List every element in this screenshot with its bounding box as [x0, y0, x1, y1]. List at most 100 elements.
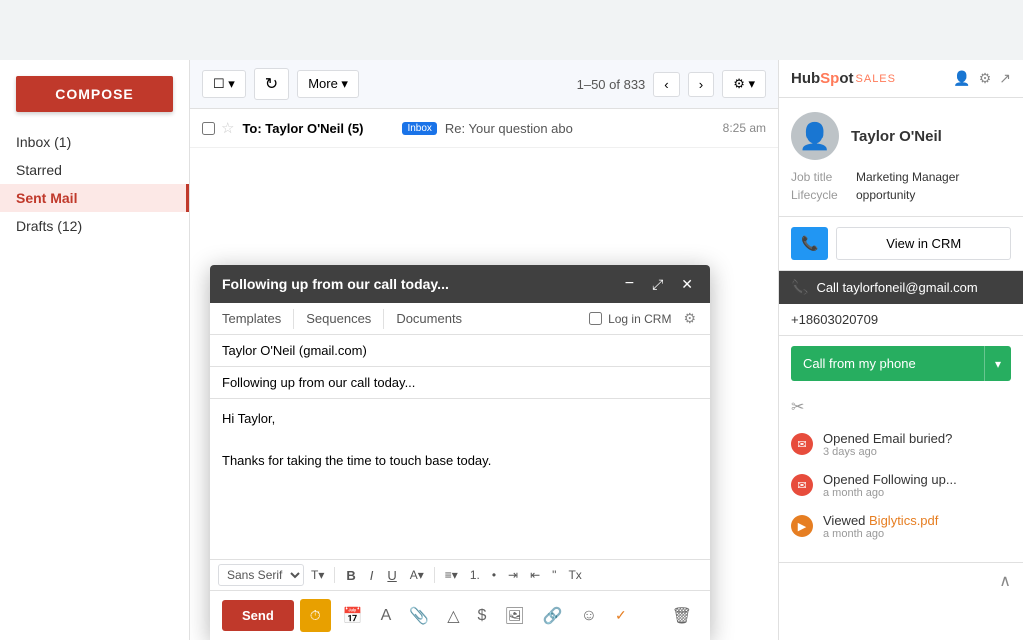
gmail-toolbar: ☐ ▾ ↻ More ▾ 1–50 of 833 ‹ › ⚙ ▾	[190, 60, 778, 109]
view-in-crm-button[interactable]: View in CRM	[836, 227, 1011, 260]
activity-title-1: Opened Following up...	[823, 472, 957, 487]
hubspot-panel: HubSpot SALES 👤 ⚙ ↗ 👤 Taylor O'Neil Job …	[778, 60, 1023, 640]
hs-contact: 👤 Taylor O'Neil Job title Marketing Mana…	[779, 98, 1023, 217]
to-input[interactable]	[222, 343, 698, 358]
refresh-button[interactable]: ↻	[254, 68, 289, 100]
collapse-button[interactable]: ∧	[999, 571, 1011, 591]
prev-page-button[interactable]: ‹	[653, 72, 679, 97]
hs-settings-icon-btn[interactable]: ⚙	[979, 70, 992, 87]
call-icon: 📞	[791, 279, 808, 296]
expand-button[interactable]: ⤢	[647, 274, 668, 295]
compose-title: Following up from our call today...	[222, 276, 620, 292]
close-button[interactable]: ✕	[676, 274, 698, 295]
action-bar: Send ⏱ 📅 A 📎 △ $ 🖼 🔗 ☺ ✓ 🗑	[210, 590, 710, 640]
hs-actions: 📞 View in CRM	[779, 217, 1023, 271]
sender-name: To: Taylor O'Neil (5)	[242, 121, 402, 136]
font-size-button[interactable]: T▾	[306, 565, 329, 585]
hubspot-button[interactable]: ✓	[609, 603, 633, 628]
email-icon-1: ✉	[791, 474, 813, 496]
calendar-button[interactable]: 📅	[337, 602, 369, 630]
phone-number: +18603020709	[779, 304, 1023, 336]
activity-item-1: ✉ Opened Following up... a month ago	[791, 472, 1011, 499]
emoji-button[interactable]: ☺	[575, 603, 603, 629]
gmail-content: ☐ ▾ ↻ More ▾ 1–50 of 833 ‹ › ⚙ ▾	[190, 60, 778, 640]
delete-button[interactable]: 🗑	[666, 602, 698, 630]
activity-time-0: 3 days ago	[823, 446, 952, 458]
italic-button[interactable]: I	[364, 565, 380, 586]
tab-documents[interactable]: Documents	[384, 303, 474, 334]
sidebar-item-inbox[interactable]: Inbox (1)	[0, 128, 189, 156]
sidebar-item-starred[interactable]: Starred	[0, 156, 189, 184]
hs-header: HubSpot SALES 👤 ⚙ ↗	[779, 60, 1023, 98]
bold-button[interactable]: B	[340, 565, 361, 586]
pagination-text: 1–50 of 833	[577, 77, 646, 92]
schedule-button[interactable]: ⏱	[300, 599, 331, 632]
next-page-button[interactable]: ›	[688, 72, 714, 97]
sidebar-item-drafts[interactable]: Drafts (12)	[0, 212, 189, 240]
attach-button[interactable]: 📎	[403, 602, 435, 630]
subject-input[interactable]	[222, 375, 698, 390]
activity-time-1: a month ago	[823, 487, 957, 499]
select-button[interactable]: ☐ ▾	[202, 70, 246, 98]
sidebar-item-sent[interactable]: Sent Mail	[0, 184, 189, 212]
compose-modal: Following up from our call today... − ⤢ …	[210, 265, 710, 640]
tab-templates[interactable]: Templates	[210, 303, 293, 334]
outdent-button[interactable]: ⇤	[525, 565, 545, 585]
send-button[interactable]: Send	[222, 600, 294, 631]
log-crm-checkbox[interactable]	[589, 312, 602, 325]
star-icon[interactable]: ☆	[221, 119, 234, 137]
lifecycle-value: opportunity	[856, 188, 915, 202]
compose-button[interactable]: COMPOSE	[16, 76, 173, 112]
hs-logo: HubSpot	[791, 70, 854, 87]
ol-button[interactable]: 1.	[465, 565, 485, 585]
ul-button[interactable]: •	[487, 565, 501, 585]
settings-button[interactable]: ⚙ ▾	[722, 70, 766, 98]
subject-field	[210, 367, 710, 399]
font-family-select[interactable]: Sans Serif	[218, 564, 304, 586]
call-from-phone-container: Call from my phone ▾	[791, 346, 1011, 381]
inbox-badge: Inbox	[402, 122, 436, 135]
hs-activity: ✉ Opened Email buried? 3 days ago ✉ Open…	[779, 423, 1023, 562]
email-time: 8:25 am	[723, 121, 766, 135]
email-subject: Re: Your question abo	[445, 121, 715, 136]
quote-button[interactable]: "	[547, 565, 561, 585]
to-field	[210, 335, 710, 367]
photo-button[interactable]: 🖼	[498, 602, 530, 630]
email-checkbox[interactable]	[202, 122, 215, 135]
hs-footer: ∧	[779, 562, 1023, 599]
compose-body[interactable]: Hi Taylor, Thanks for taking the time to…	[210, 399, 710, 559]
activity-item-0: ✉ Opened Email buried? 3 days ago	[791, 431, 1011, 458]
dollar-button[interactable]: $	[472, 603, 493, 629]
font-color-button[interactable]: A▾	[405, 565, 429, 585]
call-dropdown-button[interactable]: ▾	[984, 346, 1011, 381]
compose-settings-btn[interactable]: ⚙	[677, 306, 702, 331]
underline-bottom-button[interactable]: A	[375, 603, 398, 629]
clear-format-button[interactable]: Tx	[563, 565, 586, 585]
hs-sales-label: SALES	[856, 73, 896, 85]
avatar: 👤	[791, 112, 839, 160]
underline-button[interactable]: U	[381, 565, 402, 586]
lifecycle-label: Lifecycle	[791, 188, 856, 202]
tab-sequences[interactable]: Sequences	[294, 303, 383, 334]
align-button[interactable]: ≡▾	[440, 565, 463, 585]
sidebar-compose: COMPOSE	[16, 76, 173, 112]
hs-phone-icon-btn[interactable]: 📞	[791, 227, 828, 260]
drive-button[interactable]: △	[441, 602, 465, 630]
link-button[interactable]: 🔗	[537, 602, 569, 630]
hs-icon-row: ✂	[779, 391, 1023, 423]
hs-external-icon-btn[interactable]: ↗	[999, 70, 1011, 87]
email-row[interactable]: ☆ To: Taylor O'Neil (5) Inbox Re: Your q…	[190, 109, 778, 148]
sidebar: COMPOSE Inbox (1) Starred Sent Mail Draf…	[0, 60, 190, 640]
contact-name: Taylor O'Neil	[851, 128, 942, 145]
hs-person-icon-btn[interactable]: 👤	[953, 70, 970, 87]
activity-time-2: a month ago	[823, 528, 938, 540]
email-icon-0: ✉	[791, 433, 813, 455]
pdf-icon-2: ▶	[791, 515, 813, 537]
indent-button[interactable]: ⇥	[503, 565, 523, 585]
format-bar: Sans Serif T▾ B I U A▾ ≡▾ 1. • ⇥ ⇤ " Tx	[210, 559, 710, 590]
call-from-phone-button[interactable]: Call from my phone	[791, 346, 984, 381]
more-button[interactable]: More ▾	[297, 70, 359, 98]
activity-item-2: ▶ Viewed Biglytics.pdf a month ago	[791, 513, 1011, 540]
minimize-button[interactable]: −	[620, 273, 639, 295]
log-crm-label: Log in CRM	[608, 312, 671, 326]
